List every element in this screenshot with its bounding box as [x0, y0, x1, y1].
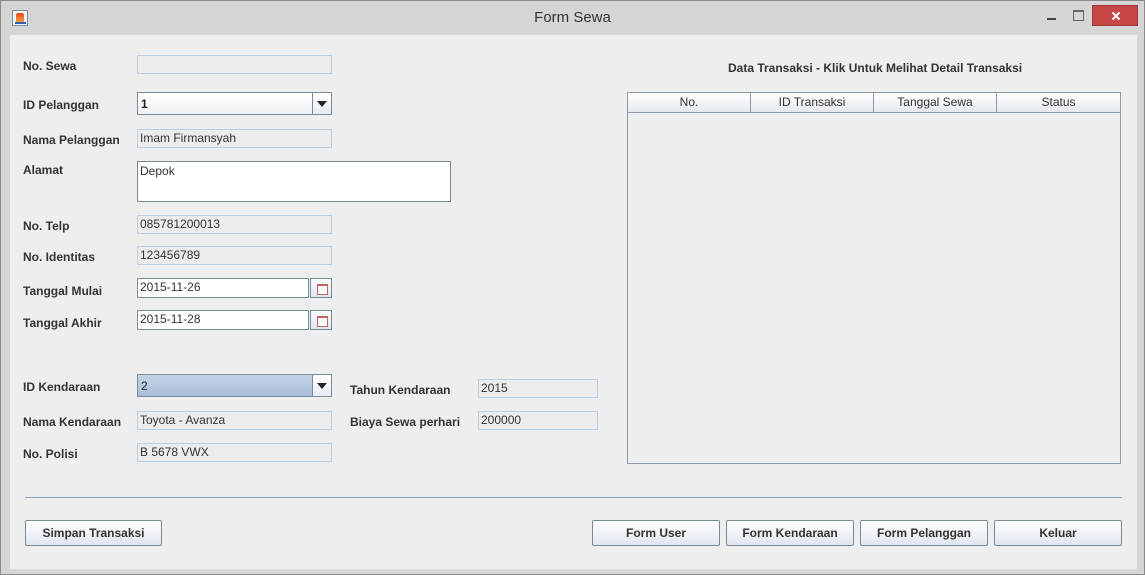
keluar-button[interactable]: Keluar: [994, 520, 1122, 546]
id-kendaraan-label: ID Kendaraan: [23, 380, 101, 394]
table-title: Data Transaksi - Klik Untuk Melihat Deta…: [728, 61, 1023, 75]
title-bar: Form Sewa: [1, 1, 1144, 35]
no-telp-label: No. Telp: [23, 219, 70, 233]
alamat-label: Alamat: [23, 163, 64, 177]
id-kendaraan-combo[interactable]: 2: [137, 374, 332, 397]
window-title: Form Sewa: [534, 9, 611, 26]
chevron-down-icon[interactable]: [312, 375, 331, 396]
column-header-no[interactable]: No.: [628, 93, 751, 112]
alamat-textarea[interactable]: Depok: [137, 161, 451, 202]
minimize-button[interactable]: [1041, 5, 1063, 26]
calendar-icon[interactable]: [310, 310, 332, 330]
no-sewa-field[interactable]: [137, 55, 332, 74]
tahun-kendaraan-field[interactable]: 2015: [478, 379, 598, 398]
biaya-sewa-field[interactable]: 200000: [478, 411, 598, 430]
nama-pelanggan-field[interactable]: Imam Firmansyah: [137, 129, 332, 148]
id-kendaraan-value: 2: [141, 379, 148, 393]
nama-kendaraan-field[interactable]: Toyota - Avanza: [137, 411, 332, 430]
id-pelanggan-label: ID Pelanggan: [23, 98, 100, 112]
close-button[interactable]: [1092, 5, 1138, 26]
id-pelanggan-value: 1: [141, 97, 148, 111]
id-pelanggan-combo[interactable]: 1: [137, 92, 332, 115]
form-kendaraan-button[interactable]: Form Kendaraan: [726, 520, 854, 546]
biaya-sewa-label: Biaya Sewa perhari: [350, 415, 461, 429]
nama-pelanggan-label: Nama Pelanggan: [23, 133, 120, 147]
table-header: No. ID Transaksi Tanggal Sewa Status: [628, 93, 1120, 113]
no-identitas-field[interactable]: 123456789: [137, 246, 332, 265]
tanggal-mulai-label: Tanggal Mulai: [23, 284, 103, 298]
app-window: Form Sewa No. Sewa ID Pelanggan 1 Nama P…: [0, 0, 1145, 575]
no-sewa-label: No. Sewa: [23, 59, 77, 73]
tanggal-akhir-field[interactable]: 2015-11-28: [137, 310, 309, 330]
form-panel: No. Sewa ID Pelanggan 1 Nama Pelanggan I…: [10, 35, 1137, 569]
separator: [25, 497, 1122, 498]
tanggal-akhir-label: Tanggal Akhir: [23, 316, 102, 330]
tahun-kendaraan-label: Tahun Kendaraan: [350, 383, 451, 397]
no-polisi-field[interactable]: B 5678 VWX: [137, 443, 332, 462]
tanggal-mulai-field[interactable]: 2015-11-26: [137, 278, 309, 298]
no-polisi-label: No. Polisi: [23, 447, 78, 461]
column-header-status[interactable]: Status: [997, 93, 1120, 112]
transaction-table[interactable]: No. ID Transaksi Tanggal Sewa Status: [627, 92, 1121, 464]
form-user-button[interactable]: Form User: [592, 520, 720, 546]
no-telp-field[interactable]: 085781200013: [137, 215, 332, 234]
column-header-tanggal-sewa[interactable]: Tanggal Sewa: [874, 93, 997, 112]
simpan-transaksi-button[interactable]: Simpan Transaksi: [25, 520, 162, 546]
calendar-icon[interactable]: [310, 278, 332, 298]
column-header-id-transaksi[interactable]: ID Transaksi: [751, 93, 874, 112]
nama-kendaraan-label: Nama Kendaraan: [23, 415, 122, 429]
chevron-down-icon[interactable]: [312, 93, 331, 114]
no-identitas-label: No. Identitas: [23, 250, 96, 264]
form-pelanggan-button[interactable]: Form Pelanggan: [860, 520, 988, 546]
maximize-button[interactable]: [1067, 5, 1089, 26]
